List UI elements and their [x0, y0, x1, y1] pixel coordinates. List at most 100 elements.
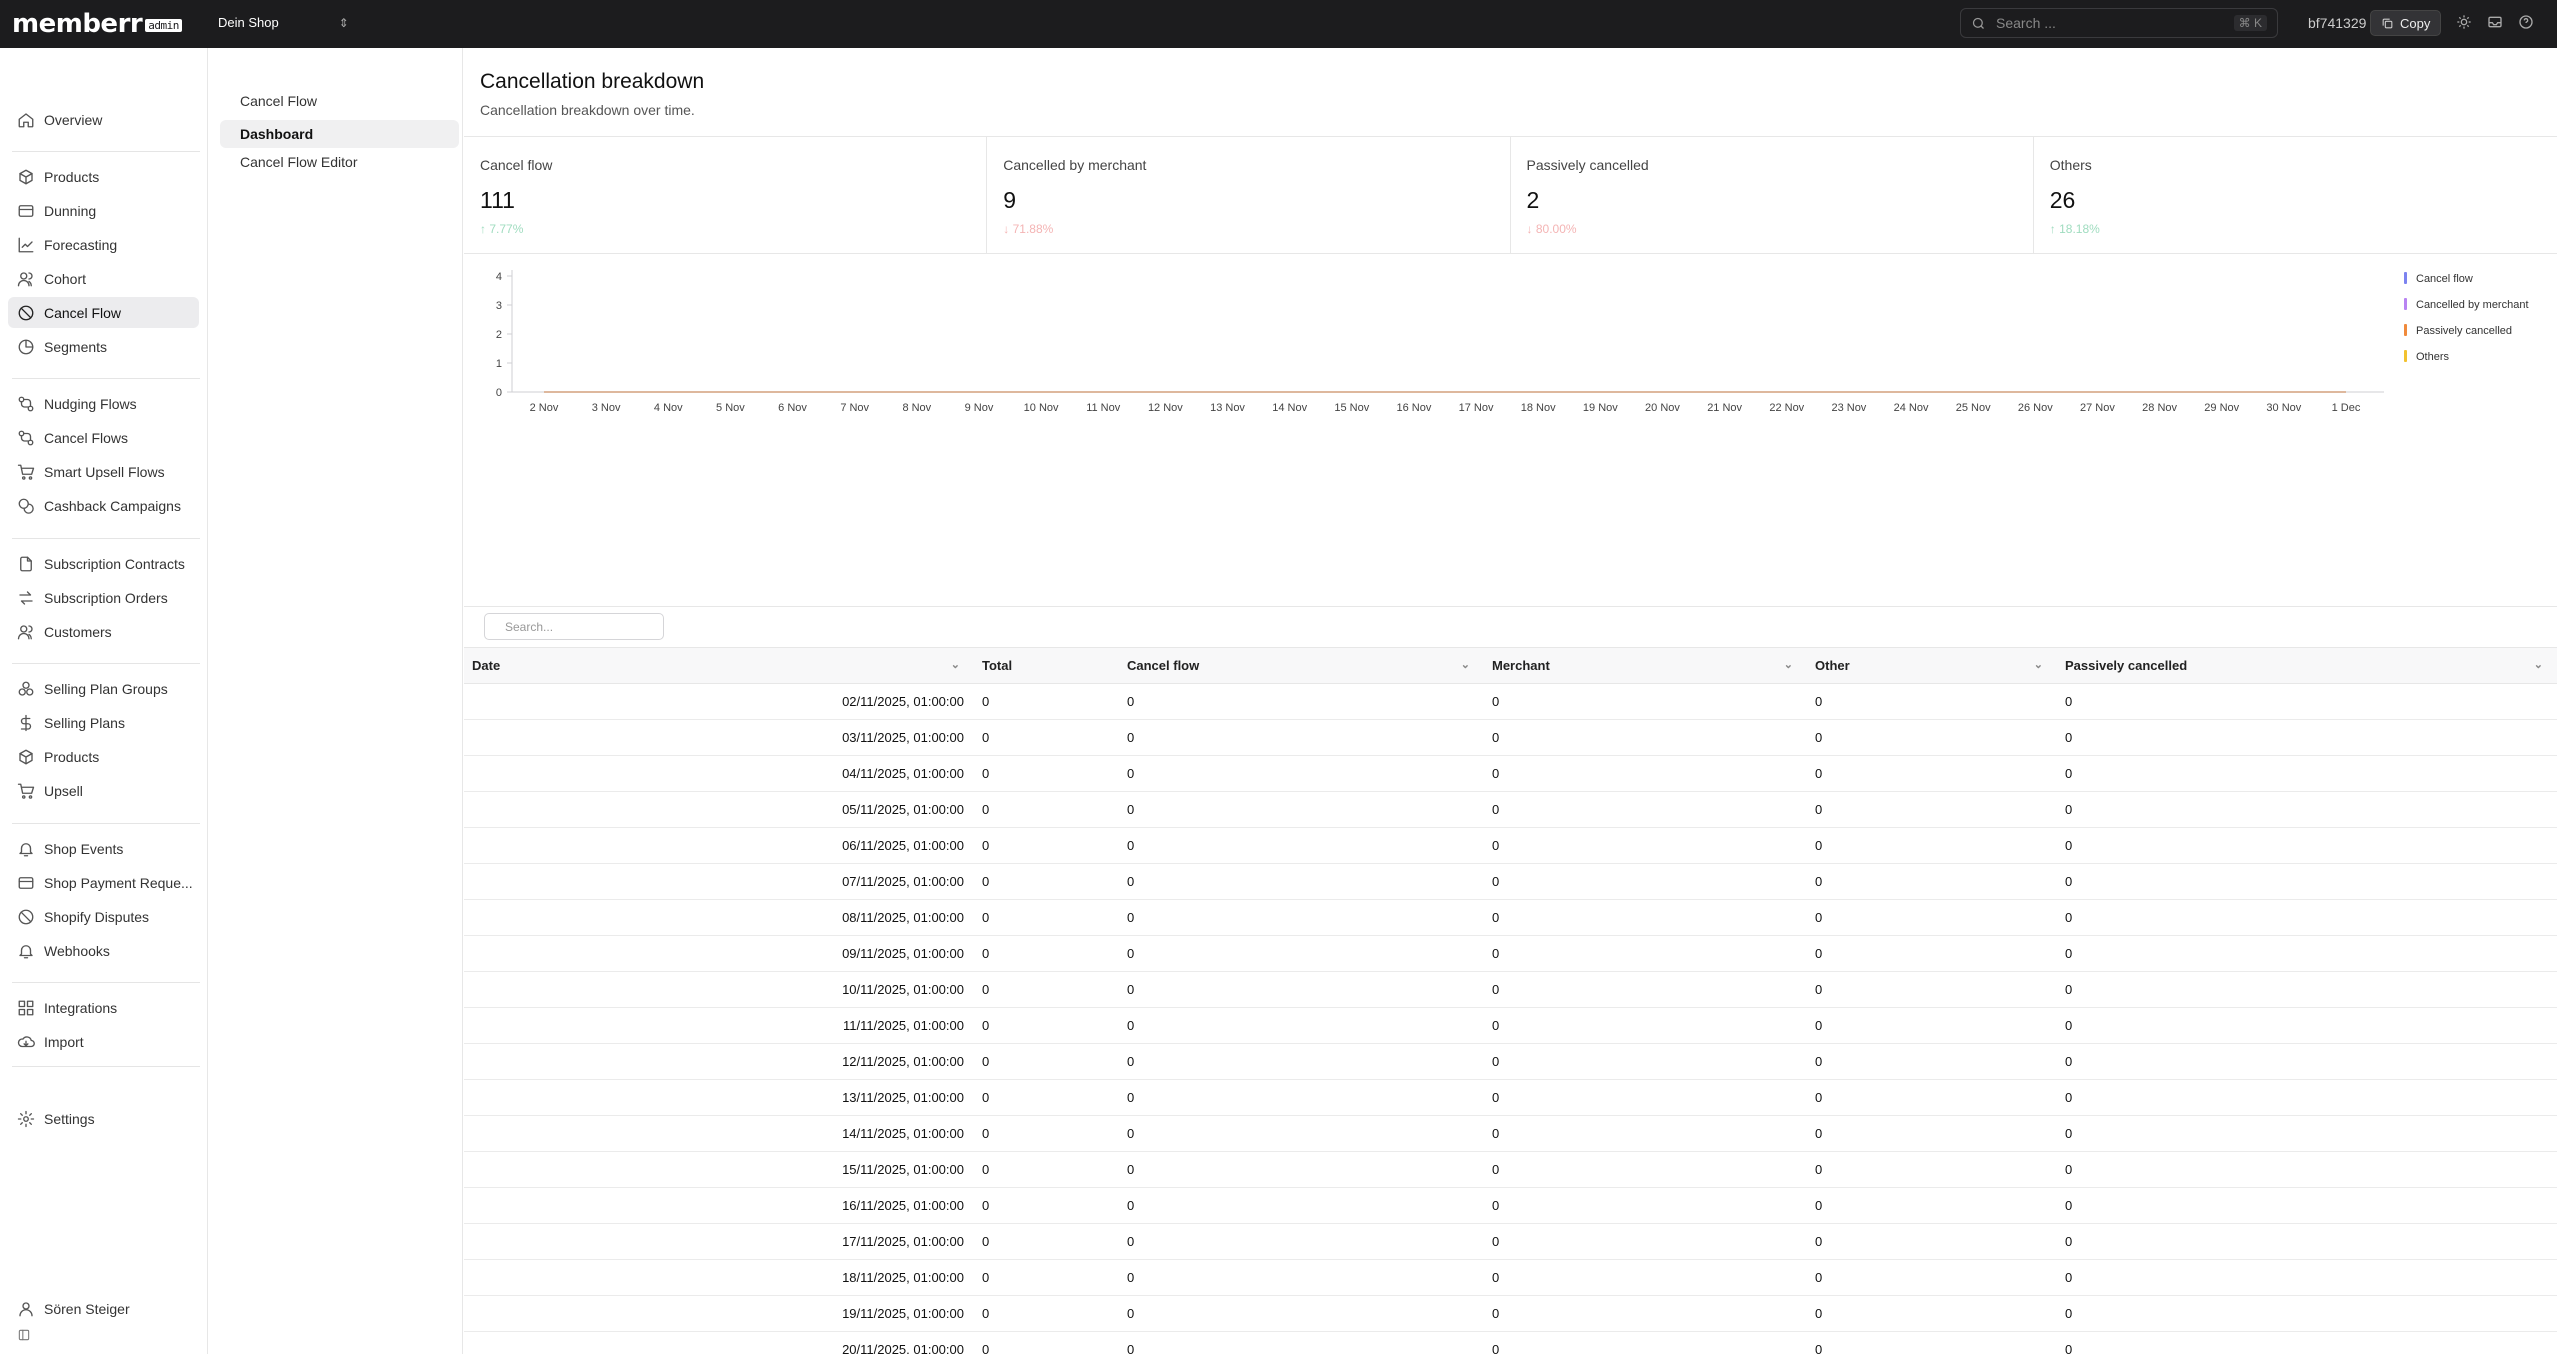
sidebar-item-subscription-contracts[interactable]: Subscription Contracts: [8, 548, 199, 579]
table-row[interactable]: 19/11/2025, 01:00:00 0 0 0 0 0: [464, 1295, 2557, 1332]
global-search[interactable]: ⌘ K: [1960, 8, 2278, 38]
sidebar-item-nudging-flows[interactable]: Nudging Flows: [8, 388, 199, 419]
table-row[interactable]: 16/11/2025, 01:00:00 0 0 0 0 0: [464, 1187, 2557, 1224]
table-cell-other: 0: [1807, 1331, 2057, 1354]
sidebar-item-cancel-flows[interactable]: Cancel Flows: [8, 422, 199, 453]
x-tick-label: 4 Nov: [654, 402, 683, 414]
sidebar-item-segments[interactable]: Segments: [8, 331, 199, 362]
legend-label-passively-cancelled[interactable]: Passively cancelled: [2416, 325, 2512, 337]
table-cell-other: 0: [1807, 1187, 2057, 1224]
sidebar-item-subscription-orders[interactable]: Subscription Orders: [8, 582, 199, 613]
sidebar-item-settings[interactable]: Settings: [8, 1103, 199, 1134]
sidebar-item-selling-plans[interactable]: Selling Plans: [8, 707, 199, 738]
sidebar-item-customers[interactable]: Customers: [8, 616, 199, 647]
subnav-item-cancel-flow[interactable]: Cancel Flow: [220, 87, 459, 115]
theme-icon[interactable]: [2454, 12, 2474, 32]
global-search-input[interactable]: [1994, 14, 2226, 32]
chevron-down-icon[interactable]: ⌄: [2034, 658, 2043, 671]
column-header-total[interactable]: Total: [974, 647, 1119, 684]
chevron-down-icon[interactable]: ⌄: [2534, 658, 2543, 671]
table-cell-passively-cancelled: 0: [2057, 1331, 2557, 1354]
table-cell-merchant: 0: [1484, 719, 1807, 756]
sidebar-item-webhooks[interactable]: Webhooks: [8, 935, 199, 966]
sidebar-item-import[interactable]: Import: [8, 1026, 199, 1057]
table-row[interactable]: 12/11/2025, 01:00:00 0 0 0 0 0: [464, 1043, 2557, 1080]
table-row[interactable]: 08/11/2025, 01:00:00 0 0 0 0 0: [464, 899, 2557, 936]
table-row[interactable]: 09/11/2025, 01:00:00 0 0 0 0 0: [464, 935, 2557, 972]
subnav-item-cancel-flow-editor[interactable]: Cancel Flow Editor: [220, 148, 459, 176]
copy-button[interactable]: Copy: [2370, 10, 2442, 36]
sidebar-item-label: Selling Plans: [44, 714, 125, 731]
table-row[interactable]: 05/11/2025, 01:00:00 0 0 0 0 0: [464, 791, 2557, 828]
table-row[interactable]: 11/11/2025, 01:00:00 0 0 0 0 0: [464, 1007, 2557, 1044]
sidebar-item-cancel-flow[interactable]: Cancel Flow: [8, 297, 199, 328]
table-row[interactable]: 14/11/2025, 01:00:00 0 0 0 0 0: [464, 1115, 2557, 1152]
table-row[interactable]: 03/11/2025, 01:00:00 0 0 0 0 0: [464, 719, 2557, 756]
x-tick-label: 22 Nov: [1769, 402, 1804, 414]
help-icon[interactable]: [2516, 12, 2536, 32]
table-search-input[interactable]: [503, 618, 662, 635]
sidebar-item-overview[interactable]: Overview: [8, 104, 199, 135]
table-cell-merchant: 0: [1484, 1187, 1807, 1224]
column-header-date[interactable]: Date ⌄: [464, 647, 974, 684]
chevron-down-icon[interactable]: ⌄: [1784, 658, 1793, 671]
column-header-label: Other: [1815, 658, 1850, 673]
sidebar-item-products-catalog[interactable]: Products: [8, 741, 199, 772]
table-cell-date: 09/11/2025, 01:00:00: [464, 935, 974, 972]
stat-card-cancelled-by-merchant: Cancelled by merchant 9 ↓ 71.88%: [987, 137, 1511, 253]
table-row[interactable]: 07/11/2025, 01:00:00 0 0 0 0 0: [464, 863, 2557, 900]
table-row[interactable]: 13/11/2025, 01:00:00 0 0 0 0 0: [464, 1079, 2557, 1116]
inbox-icon[interactable]: [2485, 12, 2505, 32]
sidebar-item-dunning[interactable]: Dunning: [8, 195, 199, 226]
subnav-item-dashboard[interactable]: Dashboard: [220, 120, 459, 148]
shop-switcher[interactable]: Dein Shop ⇕: [218, 15, 349, 30]
sidebar-item-cohort[interactable]: Cohort: [8, 263, 199, 294]
legend-swatch-others: [2404, 350, 2407, 362]
column-header-other[interactable]: Other ⌄: [1807, 647, 2057, 684]
pie-icon: [18, 339, 34, 354]
stat-card-others: Others 26 ↑ 18.18%: [2034, 137, 2557, 253]
table-row[interactable]: 17/11/2025, 01:00:00 0 0 0 0 0: [464, 1223, 2557, 1260]
brand-logo[interactable]: memberr admin: [12, 9, 182, 39]
flow-icon: [18, 396, 34, 411]
table-row[interactable]: 10/11/2025, 01:00:00 0 0 0 0 0: [464, 971, 2557, 1008]
sidebar-item-label: Customers: [44, 623, 112, 640]
sidebar-item-integrations[interactable]: Integrations: [8, 992, 199, 1023]
sidebar-item-shopify-disputes[interactable]: Shopify Disputes: [8, 901, 199, 932]
legend-label-cancelled-by-merchant[interactable]: Cancelled by merchant: [2416, 299, 2529, 311]
legend-label-others[interactable]: Others: [2416, 351, 2450, 363]
user-menu[interactable]: Sören Steiger: [8, 1293, 199, 1324]
sidebar-item-products[interactable]: Products: [8, 161, 199, 192]
table-row[interactable]: 18/11/2025, 01:00:00 0 0 0 0 0: [464, 1259, 2557, 1296]
sidebar-item-cashback-campaigns[interactable]: Cashback Campaigns: [8, 490, 199, 521]
column-header-passively-cancelled[interactable]: Passively cancelled ⌄: [2057, 647, 2557, 684]
sidebar-item-selling-plan-groups[interactable]: Selling Plan Groups: [8, 673, 199, 704]
table-cell-other: 0: [1807, 827, 2057, 864]
sidebar-item-label: Cancel Flow: [44, 304, 122, 321]
table-row[interactable]: 20/11/2025, 01:00:00 0 0 0 0 0: [464, 1331, 2557, 1354]
stat-change-value: 7.77%: [489, 222, 524, 236]
sidebar-item-shop-events[interactable]: Shop Events: [8, 833, 199, 864]
table-row[interactable]: 02/11/2025, 01:00:00 0 0 0 0 0: [464, 683, 2557, 720]
column-header-merchant[interactable]: Merchant ⌄: [1484, 647, 1807, 684]
column-header-cancel-flow[interactable]: Cancel flow ⌄: [1119, 647, 1484, 684]
table-row[interactable]: 15/11/2025, 01:00:00 0 0 0 0 0: [464, 1151, 2557, 1188]
sidebar-item-smart-upsell-flows[interactable]: Smart Upsell Flows: [8, 456, 199, 487]
table-cell-other: 0: [1807, 1115, 2057, 1152]
table-cell-passively-cancelled: 0: [2057, 791, 2557, 828]
sidebar-item-upsell[interactable]: Upsell: [8, 775, 199, 806]
sidebar-item-label: Subscription Orders: [44, 589, 168, 606]
table-row[interactable]: 06/11/2025, 01:00:00 0 0 0 0 0: [464, 827, 2557, 864]
table-search[interactable]: [484, 613, 664, 640]
legend-swatch-cancel-flow: [2404, 272, 2407, 284]
chevron-down-icon[interactable]: ⌄: [951, 658, 960, 671]
table-row[interactable]: 04/11/2025, 01:00:00 0 0 0 0 0: [464, 755, 2557, 792]
legend-label-cancel-flow[interactable]: Cancel flow: [2416, 273, 2473, 285]
sidebar-item-shop-payment-reque[interactable]: Shop Payment Reque...: [8, 867, 199, 898]
sidebar-toggle[interactable]: [17, 1328, 31, 1347]
sidebar-item-label: Overview: [44, 111, 103, 128]
sidebar-item-forecasting[interactable]: Forecasting: [8, 229, 199, 260]
table-cell-cancel-flow: 0: [1119, 791, 1484, 828]
table-cell-total: 0: [974, 1007, 1119, 1044]
chevron-down-icon[interactable]: ⌄: [1461, 658, 1470, 671]
